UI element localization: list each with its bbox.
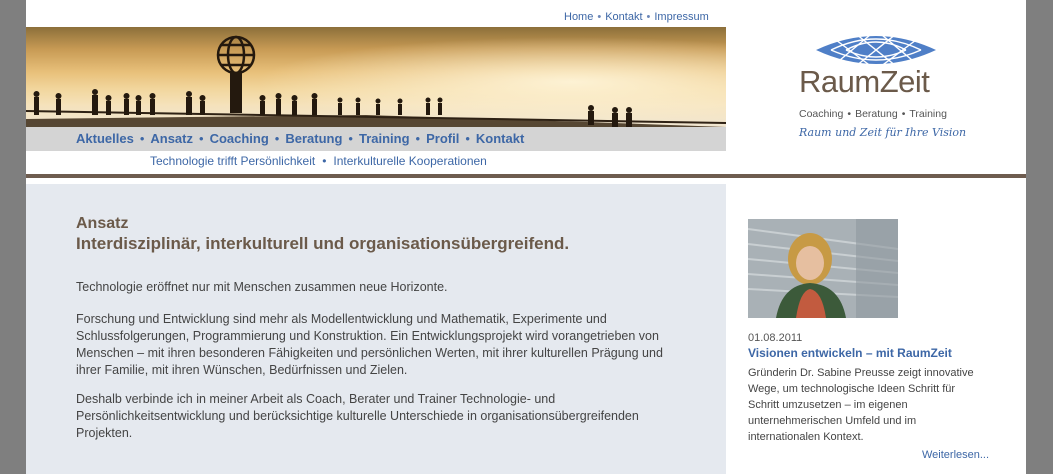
page-subtitle: Interdisziplinär, interkulturell und org… <box>76 234 570 253</box>
top-link-home[interactable]: Home <box>564 11 593 23</box>
logo-name[interactable]: RaumZeit <box>799 64 930 100</box>
logo-slogan: Raum und Zeit für Ihre Vision <box>799 126 967 139</box>
nav-item-beratung[interactable]: Beratung <box>285 131 342 146</box>
subnav-item-technologie[interactable]: Technologie trifft Persönlichkeit <box>150 154 315 168</box>
news-title-link[interactable]: Visionen entwickeln – mit RaumZeit <box>748 346 952 360</box>
main-nav-bar: Aktuelles • Ansatz • Coaching • Beratung • Train… <box>26 127 726 151</box>
subnav-item-interkulturell[interactable]: Interkulturelle Kooperationen <box>333 154 486 168</box>
page-title: Ansatz <box>76 215 129 232</box>
read-more-link[interactable]: Weiterlesen... <box>922 449 989 461</box>
header-banner-image <box>26 27 726 127</box>
founder-photo <box>748 219 898 318</box>
news-date: 01.08.2011 <box>748 332 803 344</box>
nav-item-kontakt[interactable]: Kontakt <box>476 131 524 146</box>
nav-item-coaching[interactable]: Coaching <box>210 131 269 146</box>
nav-item-ansatz[interactable]: Ansatz <box>150 131 193 146</box>
main-nav: Aktuelles • Ansatz • Coaching • Beratung • Train… <box>76 131 525 146</box>
top-link-impressum[interactable]: Impressum <box>654 11 708 23</box>
content-paragraph: Deshalb verbinde ich in meiner Arbeit al… <box>76 392 639 440</box>
nav-item-profil[interactable]: Profil <box>426 131 459 146</box>
main-content: Ansatz Interdisziplinär, interkulturell … <box>26 184 726 474</box>
logo-tagline: Coaching • Beratung • Training <box>799 108 947 120</box>
news-text: Gründerin Dr. Sabine Preusse zeigt innov… <box>748 367 974 443</box>
content-paragraph: Technologie eröffnet nur mit Menschen zu… <box>76 280 448 294</box>
nav-item-aktuelles[interactable]: Aktuelles <box>76 131 134 146</box>
header-divider <box>26 174 1026 178</box>
sub-nav: Technologie trifft Persönlichkeit • Interk… <box>150 154 487 168</box>
nav-item-training[interactable]: Training <box>359 131 410 146</box>
top-link-kontakt[interactable]: Kontakt <box>605 11 642 23</box>
content-paragraph: Forschung und Entwicklung sind mehr als … <box>76 312 663 377</box>
page: Home • Kontakt • Impressum Aktuelles • A… <box>26 0 1026 474</box>
top-links: Home • Kontakt • Impressum <box>564 11 709 23</box>
